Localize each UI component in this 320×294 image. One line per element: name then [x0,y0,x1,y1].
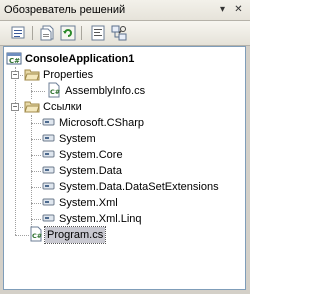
tree-node-program[interactable]: C# Program.cs [28,226,107,245]
csharp-file-icon: C# [46,82,62,101]
folder-icon [24,66,40,85]
view-code-icon[interactable] [90,25,106,41]
panel-toolbar [0,21,250,46]
reference-label: System [59,133,96,145]
reference-label: System.Xml [59,197,118,209]
solution-tree[interactable]: C# ConsoleApplication1 − Properties C# A… [3,46,246,290]
svg-text:C#: C# [32,232,42,240]
csharp-file-icon: C# [28,226,44,245]
tree-node-assemblyinfo[interactable]: C# AssemblyInfo.cs [46,82,146,101]
show-all-files-icon[interactable] [40,25,56,41]
csharp-project-icon: C# [6,50,22,69]
tree-node-reference[interactable]: System.Data.DataSetExtensions [40,179,219,195]
reference-label: System.Data [59,165,122,177]
class-diagram-icon[interactable] [111,25,127,41]
svg-text:C#: C# [50,88,60,96]
reference-label: System.Xml.Linq [59,213,142,225]
solution-explorer-panel: Обозреватель решений ▾ ✕ C# ConsoleAppli… [0,0,250,294]
refresh-icon[interactable] [60,25,76,41]
program-label: Program.cs [43,226,107,244]
pin-dropdown-icon[interactable]: ▾ [216,3,229,16]
reference-label: System.Data.DataSetExtensions [59,181,219,193]
tree-node-reference[interactable]: System.Xml.Linq [40,211,142,227]
close-icon[interactable]: ✕ [232,3,245,16]
svg-text:C#: C# [9,57,20,65]
assemblyinfo-label: AssemblyInfo.cs [65,85,146,97]
panel-titlebar[interactable]: Обозреватель решений ▾ ✕ [0,0,250,21]
project-label: ConsoleApplication1 [25,53,135,65]
reference-label: Microsoft.CSharp [59,117,144,129]
collapse-toggle-properties[interactable]: − [11,71,19,79]
collapse-toggle-references[interactable]: − [11,103,19,111]
properties-icon[interactable] [11,25,27,41]
reference-label: System.Core [59,149,123,161]
panel-title: Обозреватель решений [4,4,126,16]
folder-icon [24,98,40,117]
